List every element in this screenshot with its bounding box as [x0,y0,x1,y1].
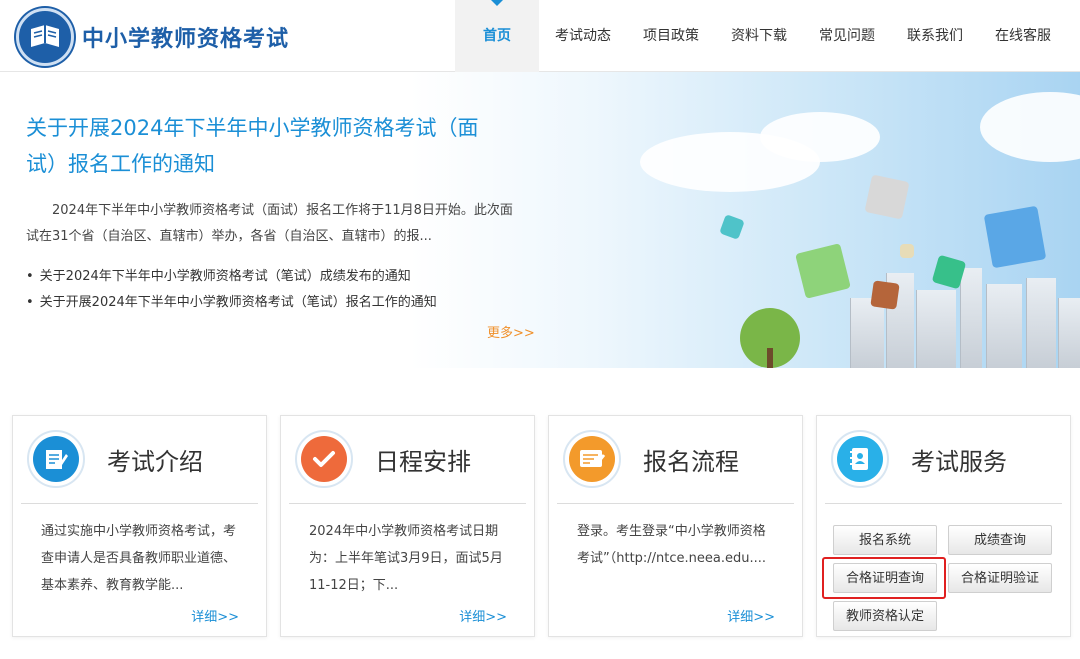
card-more-link[interactable]: 详细>> [727,606,775,625]
nav-policy[interactable]: 项目政策 [627,0,715,72]
card-more-link[interactable]: 详细>> [191,606,239,625]
card-schedule: 日程安排 2024年中小学教师资格考试日期为：上半年笔试3月9日，面试5月11-… [280,415,535,637]
nav-contact[interactable]: 联系我们 [891,0,979,72]
news-link-written-registration[interactable]: 关于开展2024年下半年中小学教师资格考试（笔试）报名工作的通知 [26,290,526,316]
main-nav: 首页 考试动态 项目政策 资料下载 常见问题 联系我们 在线客服 [455,0,1067,72]
banner-summary: 2024年下半年中小学教师资格考试（面试）报名工作将于11月8日开始。此次面试在… [26,203,513,244]
nav-exam-news[interactable]: 考试动态 [539,0,627,72]
banner-news-list: 关于2024年下半年中小学教师资格考试（笔试）成绩发布的通知 关于开展2024年… [26,264,526,316]
banner-headline-line1[interactable]: 关于开展2024年下半年中小学教师资格考试（面 [26,110,516,146]
registration-form-icon [580,450,606,467]
card-title[interactable]: 考试介绍 [107,442,203,477]
cube-decoration [870,280,900,310]
card-description: 登录。考生登录“中小学教师资格考试”（http://ntce.neea.edu.… [577,524,767,566]
card-icon-ring [563,430,621,488]
certificate-verify-button[interactable]: 合格证明验证 [948,563,1052,593]
cube-decoration [900,244,914,258]
card-icon-ring [27,430,85,488]
cube-decoration [719,214,745,240]
card-description: 2024年中小学教师资格考试日期为：上半年笔试3月9日，面试5月11-12日；下… [309,524,503,593]
banner-headline[interactable]: 关于开展2024年下半年中小学教师资格考试（面 试）报名工作的通知 [26,110,516,182]
card-registration-process: 报名流程 登录。考生登录“中小学教师资格考试”（http://ntce.neea… [548,415,803,637]
card-icon-ring [295,430,353,488]
checkmark-icon [313,451,335,467]
banner-headline-line2[interactable]: 试）报名工作的通知 [26,146,516,182]
nav-home[interactable]: 首页 [455,0,539,72]
teacher-qualification-button[interactable]: 教师资格认定 [833,601,937,631]
card-title[interactable]: 日程安排 [375,442,471,477]
card-title[interactable]: 报名流程 [643,442,739,477]
exam-document-icon [46,450,68,469]
cube-decoration [983,205,1047,269]
site-title[interactable]: 中小学教师资格考试 [82,21,289,53]
card-exam-intro: 考试介绍 通过实施中小学教师资格考试，考查申请人是否具备教师职业道德、基本素养、… [12,415,267,637]
cloud-decoration [980,92,1080,162]
news-link-written-results[interactable]: 关于2024年下半年中小学教师资格考试（笔试）成绩发布的通知 [26,264,526,290]
service-notebook-icon [850,448,868,470]
card-divider [289,503,526,504]
score-query-button[interactable]: 成绩查询 [948,525,1052,555]
site-header: 中小学教师资格考试 首页 考试动态 项目政策 资料下载 常见问题 联系我们 在线… [0,0,1080,72]
card-divider [557,503,794,504]
site-logo-icon[interactable] [16,8,74,66]
news-banner: 关于开展2024年下半年中小学教师资格考试（面 试）报名工作的通知 2024年下… [0,72,1080,368]
nav-downloads[interactable]: 资料下载 [715,0,803,72]
cloud-decoration [760,112,880,162]
highlight-box [822,557,946,599]
card-more-link[interactable]: 详细>> [459,606,507,625]
nav-faq[interactable]: 常见问题 [803,0,891,72]
card-icon-ring [831,430,889,488]
card-description: 通过实施中小学教师资格考试，考查申请人是否具备教师职业道德、基本素养、教育教学能… [41,524,237,593]
card-divider [21,503,258,504]
registration-system-button[interactable]: 报名系统 [833,525,937,555]
card-title[interactable]: 考试服务 [911,442,1007,477]
nav-online-service[interactable]: 在线客服 [979,0,1067,72]
book-emblem-icon [31,25,59,47]
cube-decoration [864,174,910,220]
card-divider [825,503,1062,504]
